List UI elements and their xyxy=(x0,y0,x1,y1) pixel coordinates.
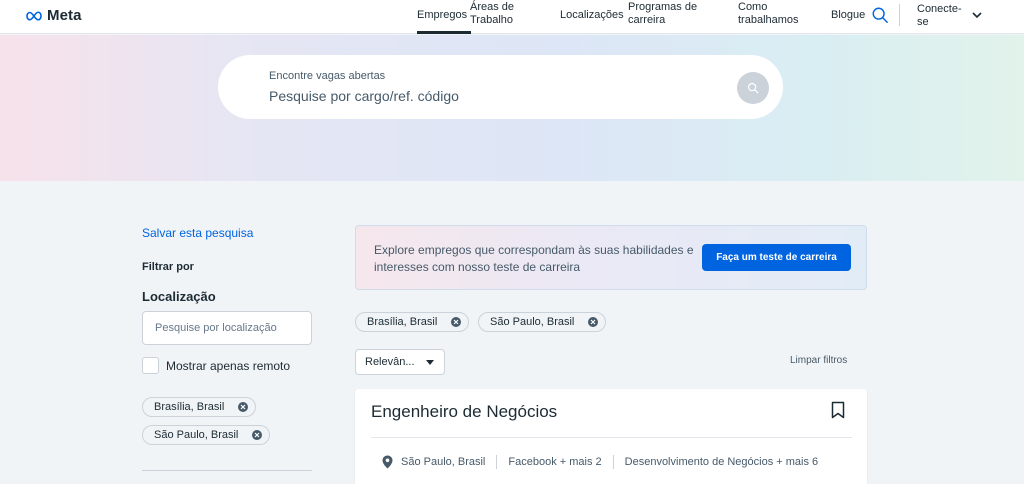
top-nav: Meta Empregos Áreas de Trabalho Localiza… xyxy=(0,0,1024,34)
clear-filters-link[interactable]: Limpar filtros xyxy=(790,355,847,366)
nav-localizacoes-label: Localizações xyxy=(560,9,624,21)
location-pin-icon xyxy=(382,455,393,469)
job-card[interactable]: Engenheiro de Negócios São Paulo, Brasil… xyxy=(355,389,867,484)
job-location: São Paulo, Brasil xyxy=(401,456,486,468)
location-search-input[interactable]: Pesquise por localização xyxy=(142,311,312,345)
nav-areas-label-2: Trabalho xyxy=(470,14,514,26)
hero-banner: Encontre vagas abertas Pesquise por carg… xyxy=(0,35,1024,181)
sort-dropdown[interactable]: Relevân... xyxy=(355,349,445,375)
search-placeholder: Pesquise por cargo/ref. código xyxy=(269,88,459,104)
nav-blogue[interactable]: Blogue xyxy=(831,9,865,22)
nav-empregos-label: Empregos xyxy=(417,9,468,21)
nav-como-trabalhamos[interactable]: Como trabalhamos xyxy=(738,1,799,27)
chip-label: Brasília, Brasil xyxy=(154,401,225,413)
remove-chip-icon[interactable] xyxy=(238,402,249,412)
chevron-down-icon[interactable] xyxy=(971,9,983,21)
login-link[interactable]: Conecte- se xyxy=(917,3,962,29)
search-icon xyxy=(747,82,759,94)
bookmark-icon[interactable] xyxy=(831,401,845,419)
remove-chip-icon[interactable] xyxy=(451,317,462,327)
nav-areas-label-1: Áreas de xyxy=(470,1,515,13)
search-caption: Encontre vagas abertas xyxy=(269,70,386,82)
job-team: Facebook + mais 2 xyxy=(508,456,602,468)
nav-areas-de-trabalho[interactable]: Áreas de Trabalho xyxy=(470,1,514,27)
search-submit-button[interactable] xyxy=(737,72,769,104)
chip-label: Brasília, Brasil xyxy=(367,316,438,328)
career-test-button[interactable]: Faça um teste de carreira xyxy=(702,244,851,271)
search-icon[interactable] xyxy=(871,6,889,24)
filter-by-heading: Filtrar por xyxy=(142,261,194,273)
caret-down-icon xyxy=(426,360,434,365)
job-meta: São Paulo, Brasil Facebook + mais 2 Dese… xyxy=(382,455,818,469)
job-card-divider xyxy=(371,437,852,438)
remove-chip-icon[interactable] xyxy=(588,317,599,327)
chip-label: São Paulo, Brasil xyxy=(490,316,575,328)
login-label-2: se xyxy=(917,16,929,28)
login-label-1: Conecte- xyxy=(917,3,962,15)
nav-programas-label-2: carreira xyxy=(628,14,666,26)
career-test-text: Explore empregos que correspondam às sua… xyxy=(374,243,694,274)
filter-chip-brasilia: Brasília, Brasil xyxy=(355,312,470,332)
meta-infinity-icon xyxy=(26,10,42,21)
career-test-banner: Explore empregos que correspondam às sua… xyxy=(355,225,867,290)
brand-name: Meta xyxy=(47,7,82,24)
remote-only-checkbox[interactable] xyxy=(142,357,159,374)
meta-separator xyxy=(612,455,614,469)
location-heading: Localização xyxy=(142,289,216,304)
location-chip-sao-paulo: São Paulo, Brasil xyxy=(142,425,271,445)
nav-como-label-2: trabalhamos xyxy=(738,14,799,26)
save-search-link[interactable]: Salvar esta pesquisa xyxy=(142,226,253,240)
nav-blogue-label: Blogue xyxy=(831,9,866,21)
remove-chip-icon[interactable] xyxy=(252,430,263,440)
job-search-input[interactable]: Encontre vagas abertas Pesquise por carg… xyxy=(218,55,783,119)
nav-divider xyxy=(899,4,900,26)
sidebar-divider xyxy=(142,470,312,471)
nav-programas-de-carreira[interactable]: Programas de carreira xyxy=(628,1,697,27)
location-chip-brasilia: Brasília, Brasil xyxy=(142,397,257,417)
remote-only-label[interactable]: Mostrar apenas remoto xyxy=(166,359,290,373)
job-area: Desenvolvimento de Negócios + mais 6 xyxy=(624,456,819,468)
sort-value: Relevân... xyxy=(365,356,415,368)
meta-separator xyxy=(496,455,498,469)
nav-empregos[interactable]: Empregos xyxy=(417,9,467,22)
filter-chip-sao-paulo: São Paulo, Brasil xyxy=(478,312,607,332)
nav-programas-label-1: Programas de xyxy=(628,1,698,13)
chip-label: São Paulo, Brasil xyxy=(154,429,239,441)
nav-active-indicator xyxy=(417,31,471,34)
job-title[interactable]: Engenheiro de Negócios xyxy=(371,402,557,422)
nav-localizacoes[interactable]: Localizações xyxy=(560,9,624,22)
nav-como-label-1: Como xyxy=(738,1,768,13)
meta-logo[interactable]: Meta xyxy=(24,7,82,24)
